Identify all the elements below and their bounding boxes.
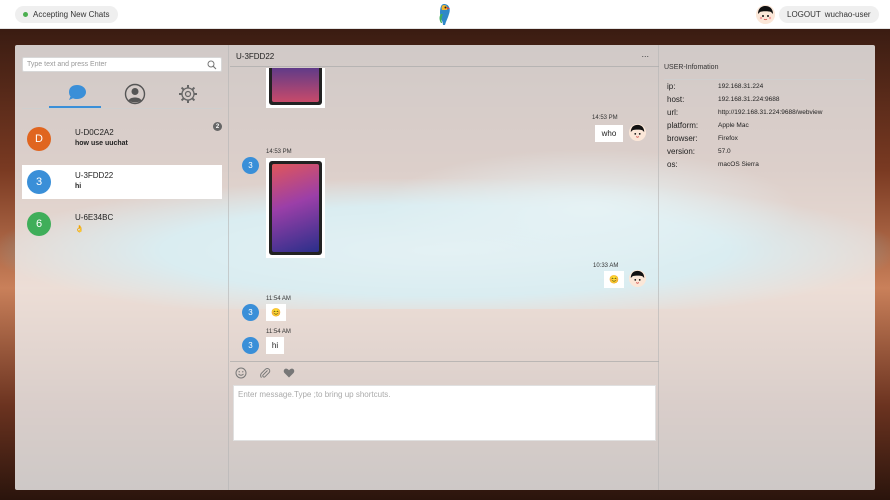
- user-info-title: USER-Infomation: [664, 64, 719, 71]
- info-value: 192.168.31.224:9688: [718, 96, 780, 103]
- message-list[interactable]: 14:53 PM who 14:53 PM 3 10:33 AM 😊 11:54…: [230, 68, 659, 361]
- message-input-placeholder: Enter message.Type ;to bring up shortcut…: [238, 390, 391, 399]
- conversation-name: U-D0C2A2: [75, 128, 114, 137]
- phone-screen: [272, 164, 319, 252]
- info-key: host:: [667, 95, 685, 104]
- girl-avatar-icon: [756, 5, 775, 24]
- user-info-panel: USER-Infomation ip: 192.168.31.224 host:…: [660, 45, 875, 490]
- status-label: Accepting New Chats: [33, 10, 110, 19]
- search-placeholder: Type text and press Enter: [27, 61, 107, 68]
- user-icon[interactable]: [124, 83, 146, 105]
- info-value: macOS Sierra: [718, 161, 759, 168]
- visitor-avatar: 3: [242, 157, 259, 174]
- chat-header: U-3FDD22 ...: [230, 45, 659, 67]
- girl-avatar-icon: [629, 124, 646, 141]
- info-row-url: url: http://192.168.31.224:9688/webview: [667, 108, 867, 120]
- message-bubble[interactable]: 😊: [266, 304, 286, 321]
- username-label: wuchao-user: [824, 10, 871, 19]
- info-key: platform:: [667, 121, 699, 130]
- search-input[interactable]: Type text and press Enter: [22, 57, 222, 72]
- message-time: 14:53 PM: [266, 149, 292, 155]
- chat-title: U-3FDD22: [236, 52, 275, 61]
- chat-window: U-3FDD22 ... 14:53 PM who 14:53 PM 3 10:…: [230, 45, 659, 490]
- main-panel: Type text and press Enter D U-D0C2A2 how…: [15, 45, 875, 490]
- settings-icon[interactable]: [177, 83, 199, 105]
- logout-button[interactable]: LOGOUT wuchao-user: [779, 6, 879, 23]
- conversation-last-message: 👌: [75, 226, 84, 233]
- conversation-item-active[interactable]: 3 U-3FDD22 hi: [22, 165, 222, 199]
- phone-screenshot-image: [269, 68, 322, 105]
- image-message[interactable]: [266, 158, 325, 258]
- phone-screenshot-image: [269, 161, 322, 255]
- message-bubble[interactable]: who: [595, 125, 623, 142]
- conversation-name: U-6E34BC: [75, 213, 114, 222]
- message-time: 14:53 PM: [592, 115, 618, 121]
- message-bubble[interactable]: hi: [266, 337, 284, 354]
- info-key: version:: [667, 147, 696, 156]
- conversation-sidebar: Type text and press Enter D U-D0C2A2 how…: [15, 45, 229, 490]
- more-options-button[interactable]: ...: [641, 49, 649, 59]
- visitor-avatar: 3: [242, 337, 259, 354]
- logout-label: LOGOUT: [787, 10, 821, 19]
- info-row-browser: browser: Firefox: [667, 134, 867, 146]
- message-composer: Enter message.Type ;to bring up shortcut…: [230, 361, 659, 490]
- current-user-avatar[interactable]: [756, 5, 775, 24]
- girl-avatar-icon: [629, 270, 646, 287]
- info-key: browser:: [667, 134, 698, 143]
- chats-icon[interactable]: [66, 83, 88, 105]
- info-value: 192.168.31.224: [718, 83, 764, 90]
- unread-count-badge: 2: [213, 122, 222, 131]
- info-value: Firefox: [718, 135, 738, 142]
- conversation-avatar: D: [27, 127, 51, 151]
- top-bar: Accepting New Chats LOGOUT wuchao-user: [0, 0, 890, 29]
- image-message-partial[interactable]: [266, 68, 325, 108]
- conversation-last-message: how use uuchat: [75, 140, 128, 147]
- conversation-avatar: 6: [27, 212, 51, 236]
- online-status-dot: [23, 12, 28, 17]
- composer-toolbar: [235, 367, 295, 381]
- info-row-ip: ip: 192.168.31.224: [667, 82, 867, 94]
- active-tab-indicator: [49, 106, 101, 108]
- info-key: url:: [667, 108, 679, 117]
- info-row-version: version: 57.0: [667, 147, 867, 159]
- search-icon[interactable]: [207, 60, 217, 70]
- info-key: os:: [667, 160, 678, 169]
- emoji-icon[interactable]: [235, 367, 247, 379]
- message-bubble[interactable]: 😊: [604, 271, 624, 288]
- accepting-chats-toggle[interactable]: Accepting New Chats: [15, 6, 119, 23]
- message-input[interactable]: Enter message.Type ;to bring up shortcut…: [233, 385, 656, 441]
- conversation-last-message: hi: [75, 183, 82, 190]
- info-key: ip:: [667, 82, 676, 91]
- info-value: Apple Mac: [718, 122, 749, 129]
- agent-avatar: [629, 124, 646, 141]
- favorite-heart-icon[interactable]: [283, 367, 295, 379]
- message-time: 11:54 AM: [266, 296, 291, 302]
- info-value: http://192.168.31.224:9688/webview: [718, 109, 823, 116]
- info-value: 57.0: [718, 148, 731, 155]
- agent-avatar: [629, 270, 646, 287]
- sidebar-tabs: [22, 83, 222, 109]
- conversation-avatar: 3: [27, 170, 51, 194]
- info-row-host: host: 192.168.31.224:9688: [667, 95, 867, 107]
- divider: [664, 79, 865, 80]
- conversation-item[interactable]: 6 U-6E34BC 👌: [22, 207, 222, 241]
- visitor-avatar: 3: [242, 304, 259, 321]
- conversation-name: U-3FDD22: [75, 171, 114, 180]
- uuchat-parrot-logo: [439, 4, 450, 25]
- message-time: 11:54 AM: [266, 329, 291, 335]
- info-row-os: os: macOS Sierra: [667, 160, 867, 172]
- info-row-platform: platform: Apple Mac: [667, 121, 867, 133]
- message-time: 10:33 AM: [593, 263, 619, 269]
- attachment-icon[interactable]: [259, 367, 271, 379]
- conversation-item[interactable]: D U-D0C2A2 how use uuchat 2: [22, 122, 222, 156]
